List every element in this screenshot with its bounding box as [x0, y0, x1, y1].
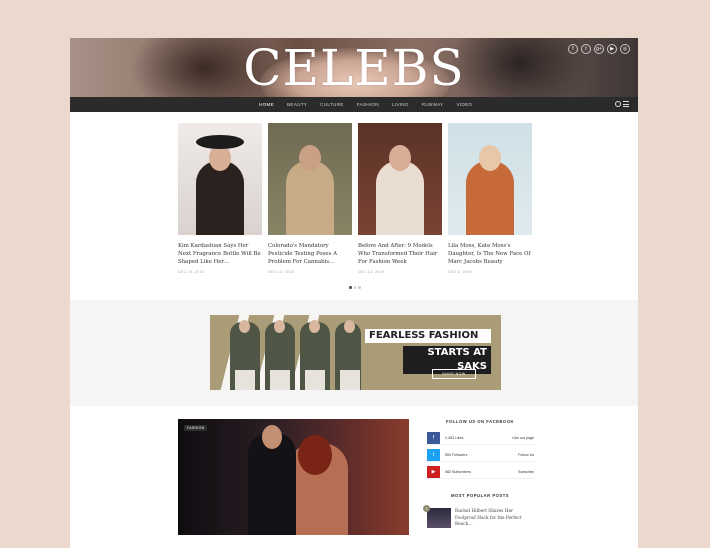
social-action-link[interactable]: Like our page: [512, 432, 534, 444]
category-tag[interactable]: FASHION: [184, 425, 208, 431]
nav-item-living[interactable]: LIVING: [392, 97, 409, 112]
popular-posts-heading: MOST POPULAR POSTS: [450, 493, 510, 498]
post-title[interactable]: Before And After: 9 Models Who Transform…: [358, 242, 442, 267]
ad-band: FEARLESS FASHION STARTS AT SAKS SHOP NOW: [70, 300, 638, 406]
post-date: DEC 12, 2016: [268, 269, 295, 274]
nav-item-culture[interactable]: CULTURE: [320, 97, 343, 112]
social-counters: f 2,453 Likes Like our page t 553 Follow…: [425, 432, 535, 479]
post-title[interactable]: Colorado's Mandatory Pesticide Testing P…: [268, 242, 352, 267]
social-row-facebook[interactable]: f 2,453 Likes Like our page: [425, 432, 535, 445]
post-title[interactable]: Kim Kardashian Says Her Next Fragrance B…: [178, 242, 262, 267]
carousel-pagination: [349, 286, 361, 289]
nav-item-beauty[interactable]: BEAUTY: [287, 97, 307, 112]
popular-rank-badge: 1: [423, 505, 430, 512]
google-plus-icon[interactable]: g+: [594, 44, 604, 54]
carousel-dot[interactable]: [349, 286, 352, 289]
site-header: CELEBS f t g+ ▶ ◎: [70, 38, 638, 97]
post-thumbnail[interactable]: [178, 123, 262, 235]
social-count: 2,453 Likes: [445, 436, 464, 440]
featured-posts-carousel: Kim Kardashian Says Her Next Fragrance B…: [178, 123, 534, 283]
nav-item-fashion[interactable]: FASHION: [357, 97, 379, 112]
youtube-icon: ▶: [427, 466, 440, 478]
shop-now-button[interactable]: SHOP NOW: [432, 369, 476, 379]
post-date: DEC 16, 2016: [178, 269, 205, 274]
instagram-icon[interactable]: ◎: [620, 44, 630, 54]
post-date: DEC 6, 2016: [448, 269, 472, 274]
carousel-dot[interactable]: [353, 286, 356, 289]
search-icon[interactable]: [615, 101, 621, 107]
post-thumbnail[interactable]: [268, 123, 352, 235]
youtube-icon[interactable]: ▶: [607, 44, 617, 54]
featured-post[interactable]: Kim Kardashian Says Her Next Fragrance B…: [178, 123, 262, 274]
nav-item-video[interactable]: VIDEO: [457, 97, 473, 112]
ad-model-image: [300, 320, 330, 390]
post-title[interactable]: Lila Moss, Kate Moss's Daughter, Is The …: [448, 242, 532, 267]
social-action-link[interactable]: Follow Us: [518, 449, 534, 461]
ad-banner[interactable]: FEARLESS FASHION STARTS AT SAKS SHOP NOW: [210, 315, 501, 390]
nav-item-home[interactable]: HOME: [259, 97, 274, 112]
ad-headline: FEARLESS FASHION: [365, 329, 491, 343]
post-thumbnail[interactable]: [448, 123, 532, 235]
hamburger-menu-icon[interactable]: [623, 101, 629, 107]
popular-post-item[interactable]: 1 Rachel Hilbert Shares Her Foolproof Ha…: [423, 505, 535, 530]
featured-post[interactable]: Colorado's Mandatory Pesticide Testing P…: [268, 123, 352, 274]
carousel-dot[interactable]: [358, 286, 361, 289]
popular-post-title[interactable]: Rachel Hilbert Shares Her Foolproof Hack…: [455, 509, 533, 529]
social-row-youtube[interactable]: ▶ 582 Subscribers Subscribe: [425, 466, 535, 479]
social-count: 582 Subscribers: [445, 470, 471, 474]
nav-item-runway[interactable]: RUNWAY: [422, 97, 444, 112]
facebook-icon[interactable]: f: [568, 44, 578, 54]
header-social-icons: f t g+ ▶ ◎: [568, 44, 630, 54]
facebook-icon: f: [427, 432, 440, 444]
social-count: 553 Followers: [445, 453, 468, 457]
site-logo[interactable]: CELEBS: [70, 40, 638, 96]
social-action-link[interactable]: Subscribe: [518, 466, 534, 478]
facebook-widget-heading: FOLLOW US ON FACEBOOK: [446, 419, 514, 424]
social-row-twitter[interactable]: t 553 Followers Follow Us: [425, 449, 535, 462]
featured-post[interactable]: Lila Moss, Kate Moss's Daughter, Is The …: [448, 123, 532, 274]
ad-model-image: [230, 320, 260, 390]
twitter-icon[interactable]: t: [581, 44, 591, 54]
popular-post-thumbnail[interactable]: [427, 508, 451, 528]
featured-post[interactable]: Before And After: 9 Models Who Transform…: [358, 123, 442, 274]
ad-model-image: [335, 320, 361, 390]
main-nav: HOME BEAUTY CULTURE FASHION LIVING RUNWA…: [70, 97, 638, 112]
page-container: CELEBS f t g+ ▶ ◎ HOME BEAUTY CULTURE FA…: [70, 38, 638, 548]
post-date: DEC 12, 2016: [358, 269, 385, 274]
main-post-image[interactable]: FASHION: [178, 419, 409, 535]
sidebar: FOLLOW US ON FACEBOOK f 2,453 Likes Like…: [423, 419, 535, 530]
post-thumbnail[interactable]: [358, 123, 442, 235]
ad-model-image: [265, 320, 295, 390]
twitter-icon: t: [427, 449, 440, 461]
